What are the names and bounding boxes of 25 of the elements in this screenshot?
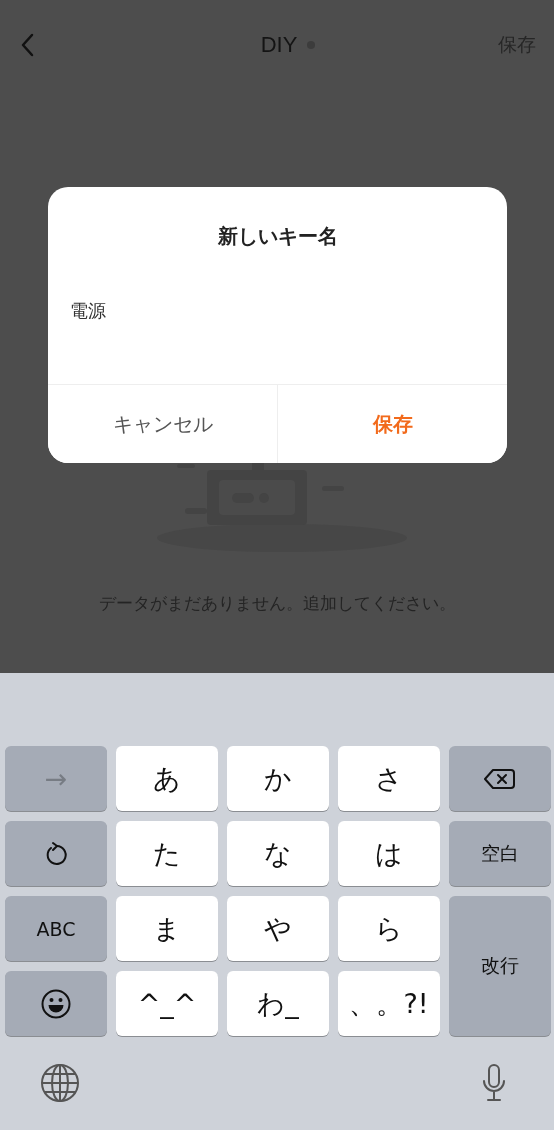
page-title: DIY bbox=[260, 32, 298, 58]
key[interactable]: ま bbox=[116, 896, 218, 961]
key[interactable]: わ_ bbox=[227, 971, 329, 1036]
return-key[interactable]: 改行 bbox=[449, 896, 551, 1036]
emoji-key[interactable] bbox=[5, 971, 107, 1036]
key[interactable]: ^_^ bbox=[116, 971, 218, 1036]
undo-key[interactable] bbox=[5, 821, 107, 886]
key[interactable]: さ bbox=[338, 746, 440, 811]
key[interactable]: ABC bbox=[5, 896, 107, 961]
emoji-icon bbox=[41, 988, 71, 1019]
key[interactable]: た bbox=[116, 821, 218, 886]
globe-icon[interactable] bbox=[40, 1063, 80, 1103]
key[interactable]: か bbox=[227, 746, 329, 811]
key[interactable]: は bbox=[338, 821, 440, 886]
undo-icon bbox=[44, 840, 68, 867]
key[interactable]: な bbox=[227, 821, 329, 886]
dialog-title: 新しいキー名 bbox=[216, 223, 339, 250]
key[interactable]: 、。?! bbox=[338, 971, 440, 1036]
backspace-key[interactable] bbox=[449, 746, 551, 811]
backspace-icon bbox=[484, 766, 516, 791]
key[interactable]: あ bbox=[116, 746, 218, 811]
key[interactable]: や bbox=[227, 896, 329, 961]
key[interactable]: ら bbox=[338, 896, 440, 961]
key[interactable]: 空白 bbox=[449, 821, 551, 886]
microphone-icon[interactable] bbox=[480, 1063, 508, 1103]
